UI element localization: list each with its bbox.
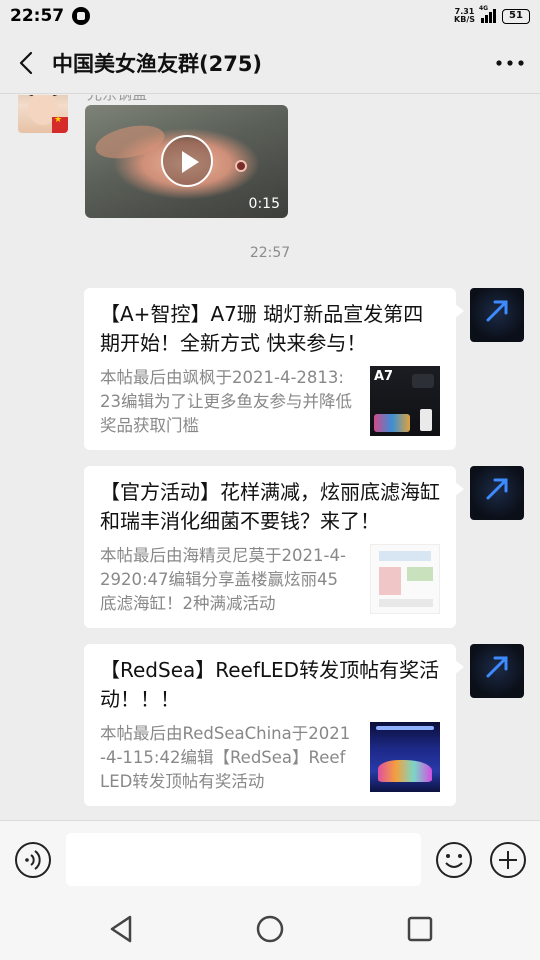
link-card[interactable]: 【官方活动】花样满减，炫丽底滤海缸和瑞丰消化细菌不要钱？来了！ 本帖最后由海精灵… bbox=[84, 466, 464, 628]
emoji-icon[interactable] bbox=[435, 841, 473, 879]
voice-input-icon[interactable] bbox=[14, 841, 52, 879]
link-card[interactable]: 【A+智控】A7珊 瑚灯新品宣发第四期开始！全新方式 快来参与！ 本帖最后由飒枫… bbox=[84, 288, 464, 450]
video-duration: 0:15 bbox=[248, 196, 280, 212]
chevron-left-icon bbox=[19, 51, 33, 74]
card-thumbnail bbox=[370, 544, 440, 614]
my-avatar[interactable] bbox=[470, 466, 524, 520]
nav-back-triangle-icon[interactable] bbox=[104, 912, 138, 946]
battery-icon: 51 bbox=[502, 8, 530, 24]
message-input[interactable] bbox=[66, 833, 421, 886]
app-notification-icon bbox=[72, 7, 91, 25]
arrow-logo-icon bbox=[486, 300, 508, 322]
back-button[interactable] bbox=[0, 32, 52, 94]
card-title: 【官方活动】花样满减，炫丽底滤海缸和瑞丰消化细菌不要钱？来了！ bbox=[100, 480, 440, 533]
system-navigation-bar bbox=[0, 898, 540, 960]
thumbnail-label: A7 bbox=[374, 369, 394, 384]
more-options-button[interactable] bbox=[480, 32, 540, 94]
status-indicators: 7.31 KB/S 4G 51 bbox=[454, 5, 530, 24]
my-avatar[interactable] bbox=[470, 644, 524, 698]
message-input-bar bbox=[0, 820, 540, 898]
card-description: 本帖最后由飒枫于2021-4-2813:23编辑为了让更多鱼友参与并降低奖品获取… bbox=[100, 368, 352, 435]
status-time: 22:57 bbox=[10, 6, 65, 26]
card-thumbnail bbox=[370, 722, 440, 792]
arrow-logo-icon bbox=[486, 478, 508, 500]
flag-icon bbox=[52, 115, 68, 133]
chat-message-list[interactable]: 光东钢盖 0:15 22:57 【A+智控】A7珊 瑚灯新品宣发第四期开始！全新… bbox=[0, 95, 540, 820]
card-title: 【A+智控】A7珊 瑚灯新品宣发第四期开始！全新方式 快来参与！ bbox=[100, 302, 424, 355]
card-thumbnail: A7 bbox=[370, 366, 440, 436]
network-speed: 7.31 KB/S bbox=[454, 8, 475, 24]
signal-type: 4G bbox=[479, 5, 489, 12]
plus-circle-icon[interactable] bbox=[489, 841, 527, 879]
nav-home-circle-icon[interactable] bbox=[253, 912, 287, 946]
my-avatar[interactable] bbox=[470, 288, 524, 342]
card-description: 本帖最后由海精灵尼莫于2021-4-2920:47编辑分享盖楼赢炫丽45底滤海缸… bbox=[100, 546, 346, 613]
sender-name: 光东钢盖 bbox=[87, 95, 147, 104]
card-description: 本帖最后由RedSeaChina于2021-4-115:42编辑【RedSea】… bbox=[100, 724, 351, 791]
card-title: 【RedSea】ReefLED转发顶帖有奖活动！！！ bbox=[100, 658, 440, 711]
network-speed-unit: KB/S bbox=[454, 15, 475, 24]
message-timestamp: 22:57 bbox=[249, 245, 291, 261]
more-dots-icon bbox=[496, 59, 524, 66]
cell-signal-icon: 4G bbox=[479, 5, 496, 23]
link-card[interactable]: 【RedSea】ReefLED转发顶帖有奖活动！！！ 本帖最后由RedSeaCh… bbox=[84, 644, 464, 806]
chat-header: 中国美女渔友群(275) bbox=[0, 32, 540, 94]
sender-avatar[interactable] bbox=[18, 95, 68, 133]
video-message[interactable]: 0:15 bbox=[85, 105, 288, 218]
play-icon[interactable] bbox=[161, 135, 213, 187]
chat-title: 中国美女渔友群(275) bbox=[52, 51, 263, 76]
status-bar: 22:57 7.31 KB/S 4G 51 bbox=[0, 0, 540, 32]
arrow-logo-icon bbox=[486, 656, 508, 678]
nav-recent-square-icon[interactable] bbox=[403, 912, 437, 946]
